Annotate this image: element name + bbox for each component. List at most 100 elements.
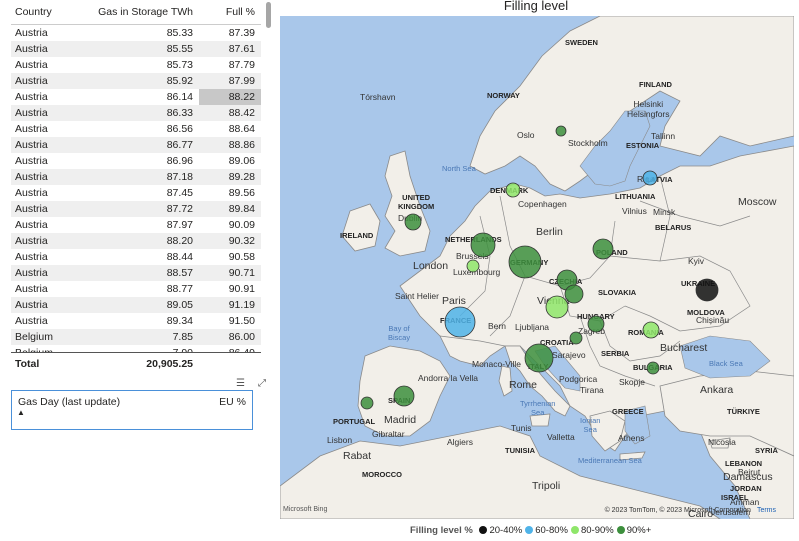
legend-item[interactable]: 80-90% [570, 525, 614, 536]
table-row[interactable]: Austria 87.72 89.84 [11, 201, 261, 217]
cell-full-percent: 91.19 [228, 299, 255, 311]
bubble-croatia[interactable] [569, 331, 583, 345]
cell-country: Austria [15, 27, 48, 39]
header-gas-in-storage[interactable]: Gas in Storage TWh [98, 6, 193, 18]
slicer-label: Gas Day (last update) [18, 396, 121, 408]
cell-full-percent: 87.61 [228, 43, 255, 55]
cell-country: Austria [15, 267, 48, 279]
cell-country: Austria [15, 315, 48, 327]
cell-country: Austria [15, 203, 48, 215]
header-full-percent[interactable]: Full % [226, 6, 255, 18]
table-scrollbar[interactable] [265, 0, 272, 352]
expand-icon[interactable]: ⤢ [258, 378, 266, 389]
cell-country: Austria [15, 139, 48, 151]
cell-country: Austria [15, 59, 48, 71]
table-row[interactable]: Austria 85.92 87.99 [11, 73, 261, 89]
legend-item-label: 60-80% [535, 525, 568, 536]
bubble-bulgaria[interactable] [646, 361, 660, 375]
gas-storage-table[interactable]: Country Gas in Storage TWh Full % Austri… [11, 0, 261, 372]
cell-gas-in-storage: 89.34 [166, 315, 193, 327]
bubble-austria[interactable] [545, 295, 569, 319]
table-row[interactable]: Austria 86.77 88.86 [11, 137, 261, 153]
table-row[interactable]: Austria 88.20 90.32 [11, 233, 261, 249]
table-row[interactable]: Austria 85.33 87.39 [11, 25, 261, 41]
table-row[interactable]: Austria 88.57 90.71 [11, 265, 261, 281]
cell-country: Belgium [15, 345, 53, 352]
cell-full-percent: 88.86 [228, 139, 255, 151]
caret-up-icon[interactable]: ▲ [17, 408, 25, 417]
table-row[interactable]: Belgium 7.90 86.49 [11, 345, 261, 352]
cell-full-percent: 89.06 [228, 155, 255, 167]
cell-gas-in-storage: 85.33 [166, 27, 193, 39]
table-row[interactable]: Austria 87.18 89.28 [11, 169, 261, 185]
bubble-sweden[interactable] [555, 125, 567, 137]
table-row[interactable]: Austria 85.55 87.61 [11, 41, 261, 57]
bubble-poland[interactable] [592, 238, 614, 260]
legend-item[interactable]: 20-40% [479, 525, 522, 536]
legend-item-label: 90%+ [626, 525, 652, 536]
table-total-row: Total 20,905.25 [11, 352, 261, 372]
filling-level-map[interactable]: SWEDEN NORWAY FINLAND ESTONIA LATVIA LITHUANI… [280, 16, 794, 519]
cell-full-percent: 86.49 [229, 345, 255, 352]
bubble-latvia[interactable] [642, 170, 658, 186]
cell-country: Austria [15, 235, 48, 247]
cell-country: Austria [15, 43, 48, 55]
bubble-hungary[interactable] [587, 315, 605, 333]
cell-full-percent: 90.32 [228, 235, 255, 247]
table-row[interactable]: Austria 86.56 88.64 [11, 121, 261, 137]
table-row[interactable]: Austria 86.96 89.06 [11, 153, 261, 169]
filter-lines-icon[interactable]: ☰ [236, 378, 245, 389]
bubble-netherlands[interactable] [470, 232, 496, 258]
table-scrollbar-thumb[interactable] [266, 2, 271, 28]
report-canvas: Country Gas in Storage TWh Full % Austri… [0, 0, 799, 541]
table-row[interactable]: Austria 86.33 88.42 [11, 105, 261, 121]
table-row[interactable]: Austria 85.73 87.79 [11, 57, 261, 73]
table-row[interactable]: Austria 87.97 90.09 [11, 217, 261, 233]
cell-country: Austria [15, 219, 48, 231]
slicer-header-icons: ☰ ⤢ [236, 378, 272, 390]
bubble-denmark[interactable] [505, 182, 521, 198]
gas-day-slicer[interactable]: Gas Day (last update) EU % ▲ [11, 390, 253, 430]
bubble-france[interactable] [444, 306, 476, 338]
cell-full-percent: 87.99 [228, 75, 255, 87]
bubble-belgium[interactable] [466, 259, 480, 273]
bubble-romania[interactable] [642, 321, 660, 339]
bubble-germany[interactable] [508, 245, 542, 279]
cell-full-percent: 90.09 [228, 219, 255, 231]
cell-country: Austria [15, 187, 48, 199]
cell-full-percent: 87.39 [228, 27, 255, 39]
table-row[interactable]: Austria 86.14 88.22 [11, 89, 261, 105]
cell-country: Austria [15, 299, 48, 311]
bubble-spain[interactable] [393, 385, 415, 407]
slicer-value: EU % [219, 396, 246, 408]
legend-item[interactable]: 60-80% [525, 525, 568, 536]
copyright-text: © 2023 TomTom, © 2023 Microsoft Corporat… [604, 507, 751, 514]
table-row[interactable]: Austria 87.45 89.56 [11, 185, 261, 201]
table-row[interactable]: Belgium 7.85 86.00 [11, 329, 261, 345]
table-row[interactable]: Austria 88.77 90.91 [11, 281, 261, 297]
bubble-italy[interactable] [524, 343, 554, 373]
terms-link[interactable]: Terms [757, 507, 776, 514]
table-row[interactable]: Austria 88.44 90.58 [11, 249, 261, 265]
table-body[interactable]: Austria 85.33 87.39 Austria 85.55 87.61 Austri… [11, 25, 261, 352]
cell-gas-in-storage: 87.18 [166, 171, 193, 183]
cell-country: Austria [15, 107, 48, 119]
table-row[interactable]: Austria 89.05 91.19 [11, 297, 261, 313]
legend-item[interactable]: 90%+ [616, 525, 652, 536]
bubble-portugal[interactable] [360, 396, 374, 410]
bubble-layer[interactable] [280, 16, 794, 519]
table-row[interactable]: Austria 89.34 91.50 [11, 313, 261, 329]
cell-gas-in-storage: 86.33 [166, 107, 193, 119]
bing-logo: Microsoft Bing [283, 506, 328, 513]
header-country[interactable]: Country [15, 6, 52, 18]
legend-dot-icon [616, 526, 625, 534]
cell-country: Belgium [15, 331, 53, 343]
cell-full-percent: 90.58 [228, 251, 255, 263]
cell-full-percent: 88.22 [199, 89, 261, 105]
bubble-slovakia[interactable] [564, 284, 584, 304]
bubble-ukraine[interactable] [695, 278, 719, 302]
cell-gas-in-storage: 88.44 [166, 251, 193, 263]
bubble-united-kingdom[interactable] [404, 213, 422, 231]
cell-gas-in-storage: 86.77 [166, 139, 193, 151]
cell-gas-in-storage: 85.55 [166, 43, 193, 55]
